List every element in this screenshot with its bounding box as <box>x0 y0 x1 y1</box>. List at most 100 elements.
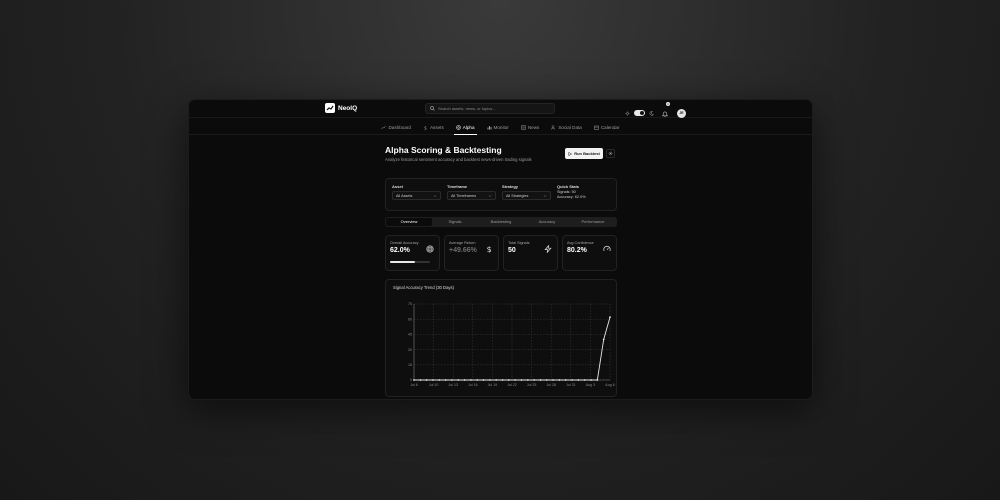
data-point <box>533 379 536 381</box>
quick-stats-label: Quick Stats <box>557 184 580 189</box>
accuracy-progress-fill <box>390 261 415 263</box>
data-point <box>545 379 548 381</box>
nav-dashboard[interactable]: Dashboard <box>375 122 416 132</box>
accuracy-progress-bar <box>390 261 430 263</box>
x-tick-label: Jul 28 <box>546 383 556 387</box>
nav-assets[interactable]: $ Assets <box>417 122 450 132</box>
notification-badge: 1 <box>666 102 670 106</box>
run-backtest-label: Run Backtest <box>574 151 600 156</box>
avatar[interactable]: JE <box>677 108 686 118</box>
asset-select-value: All Assets <box>396 193 413 198</box>
target-icon <box>426 245 434 253</box>
section-tabs: Overview Signals Backtesting Accuracy Pe… <box>385 217 617 227</box>
data-point <box>507 379 510 381</box>
settings-button[interactable] <box>606 149 615 158</box>
nav-news[interactable]: News <box>515 122 546 132</box>
data-point <box>558 379 561 381</box>
calendar-icon <box>594 125 599 130</box>
timeframe-filter-label: Timeframe <box>447 184 468 189</box>
gear-icon <box>608 151 613 156</box>
y-tick-label: 15 <box>408 363 412 367</box>
asset-select[interactable]: All Assets <box>392 191 441 200</box>
main-nav: Dashboard $ Assets Alpha Monitor News So… <box>189 118 812 135</box>
page-header: Alpha Scoring & Backtesting Analyze hist… <box>385 144 617 170</box>
nav-label: Dashboard <box>388 124 411 130</box>
tab-overview[interactable]: Overview <box>386 218 432 226</box>
data-point <box>457 379 460 381</box>
lightning-icon <box>544 245 552 253</box>
users-icon <box>551 125 556 130</box>
data-point <box>602 338 605 341</box>
data-point <box>451 379 453 381</box>
svg-text:$: $ <box>487 245 492 253</box>
quick-stats: Quick Stats Signals: 50 Accuracy: 62.0% <box>557 184 586 199</box>
data-point <box>583 379 586 381</box>
asset-filter: Asset All Assets <box>392 184 441 200</box>
nav-monitor[interactable]: Monitor <box>481 122 515 132</box>
data-point <box>476 379 479 381</box>
chevron-down-icon <box>488 194 492 197</box>
run-backtest-button[interactable]: Run Backtest <box>565 148 603 159</box>
data-point <box>495 379 498 381</box>
trend-icon <box>381 125 387 129</box>
gauge-icon <box>603 245 611 252</box>
strategy-filter: Strategy All Strategies <box>502 184 551 200</box>
y-tick-label: 0 <box>410 378 412 382</box>
theme-toggle[interactable] <box>634 110 645 116</box>
x-tick-label: Jul 25 <box>527 383 537 387</box>
x-tick-label: Aug 6 <box>605 383 614 387</box>
x-tick-label: Jul 19 <box>488 383 498 387</box>
y-tick-label: 30 <box>408 348 412 352</box>
moon-icon <box>649 110 654 116</box>
tab-signals[interactable]: Signals <box>432 218 478 226</box>
main-content: Alpha Scoring & Backtesting Analyze hist… <box>385 144 617 397</box>
data-point <box>438 379 441 381</box>
search-placeholder: Search assets, news, or topics... <box>438 106 496 111</box>
y-tick-label: 60 <box>408 317 412 321</box>
x-tick-label: Jul 31 <box>566 383 576 387</box>
tab-backtesting[interactable]: Backtesting <box>478 218 524 226</box>
nav-calendar[interactable]: Calendar <box>588 122 626 132</box>
nav-label: Social Data <box>558 124 582 130</box>
logo-icon <box>325 103 335 113</box>
overall-accuracy-card: Overall Accuracy 62.0% <box>385 235 440 271</box>
average-return-card: Average Return +49.66% $ <box>444 235 499 271</box>
data-point <box>564 379 567 381</box>
x-tick-label: Jul 16 <box>468 383 478 387</box>
strategy-select[interactable]: All Strategies <box>502 191 551 200</box>
search-icon <box>430 106 435 111</box>
stats-row: Overall Accuracy 62.0% Average Return +4… <box>385 235 617 271</box>
timeframe-select-value: All Timeframes <box>451 193 477 198</box>
nav-alpha[interactable]: Alpha <box>450 122 481 135</box>
app-name: NeoIQ <box>338 104 358 112</box>
data-point <box>488 379 491 381</box>
x-tick-label: Jul 10 <box>429 383 439 387</box>
tab-performance[interactable]: Performance <box>570 218 616 226</box>
logo[interactable]: NeoIQ <box>325 103 357 113</box>
data-point <box>419 379 422 381</box>
search-input[interactable]: Search assets, news, or topics... <box>425 103 555 114</box>
data-point <box>520 379 523 381</box>
line-chart: 0 15 30 45 60 75 Jul 6 Jul 10 Jul 13 Jul 16 Jul 19… <box>408 302 615 387</box>
strategy-filter-label: Strategy <box>502 184 519 189</box>
chevron-down-icon <box>543 194 547 197</box>
y-tick-label: 45 <box>408 333 412 337</box>
quick-stats-accuracy: Accuracy: 62.0% <box>557 195 586 199</box>
nav-label: Alpha <box>462 124 475 130</box>
target-icon <box>456 124 461 130</box>
svg-text:$: $ <box>424 125 427 130</box>
data-point <box>526 379 529 381</box>
data-point <box>539 379 542 381</box>
tab-accuracy[interactable]: Accuracy <box>524 218 570 226</box>
data-point <box>470 379 472 381</box>
nav-social-data[interactable]: Social Data <box>545 122 588 132</box>
data-point <box>432 379 434 381</box>
nav-label: Assets <box>429 124 444 130</box>
x-tick-label: Jul 22 <box>507 383 517 387</box>
data-point <box>590 379 592 381</box>
x-tick-label: Jul 6 <box>410 383 418 387</box>
timeframe-select[interactable]: All Timeframes <box>447 191 496 200</box>
bell-icon <box>661 111 669 117</box>
timeframe-filter: Timeframe All Timeframes <box>447 184 496 200</box>
sun-icon <box>625 110 630 116</box>
